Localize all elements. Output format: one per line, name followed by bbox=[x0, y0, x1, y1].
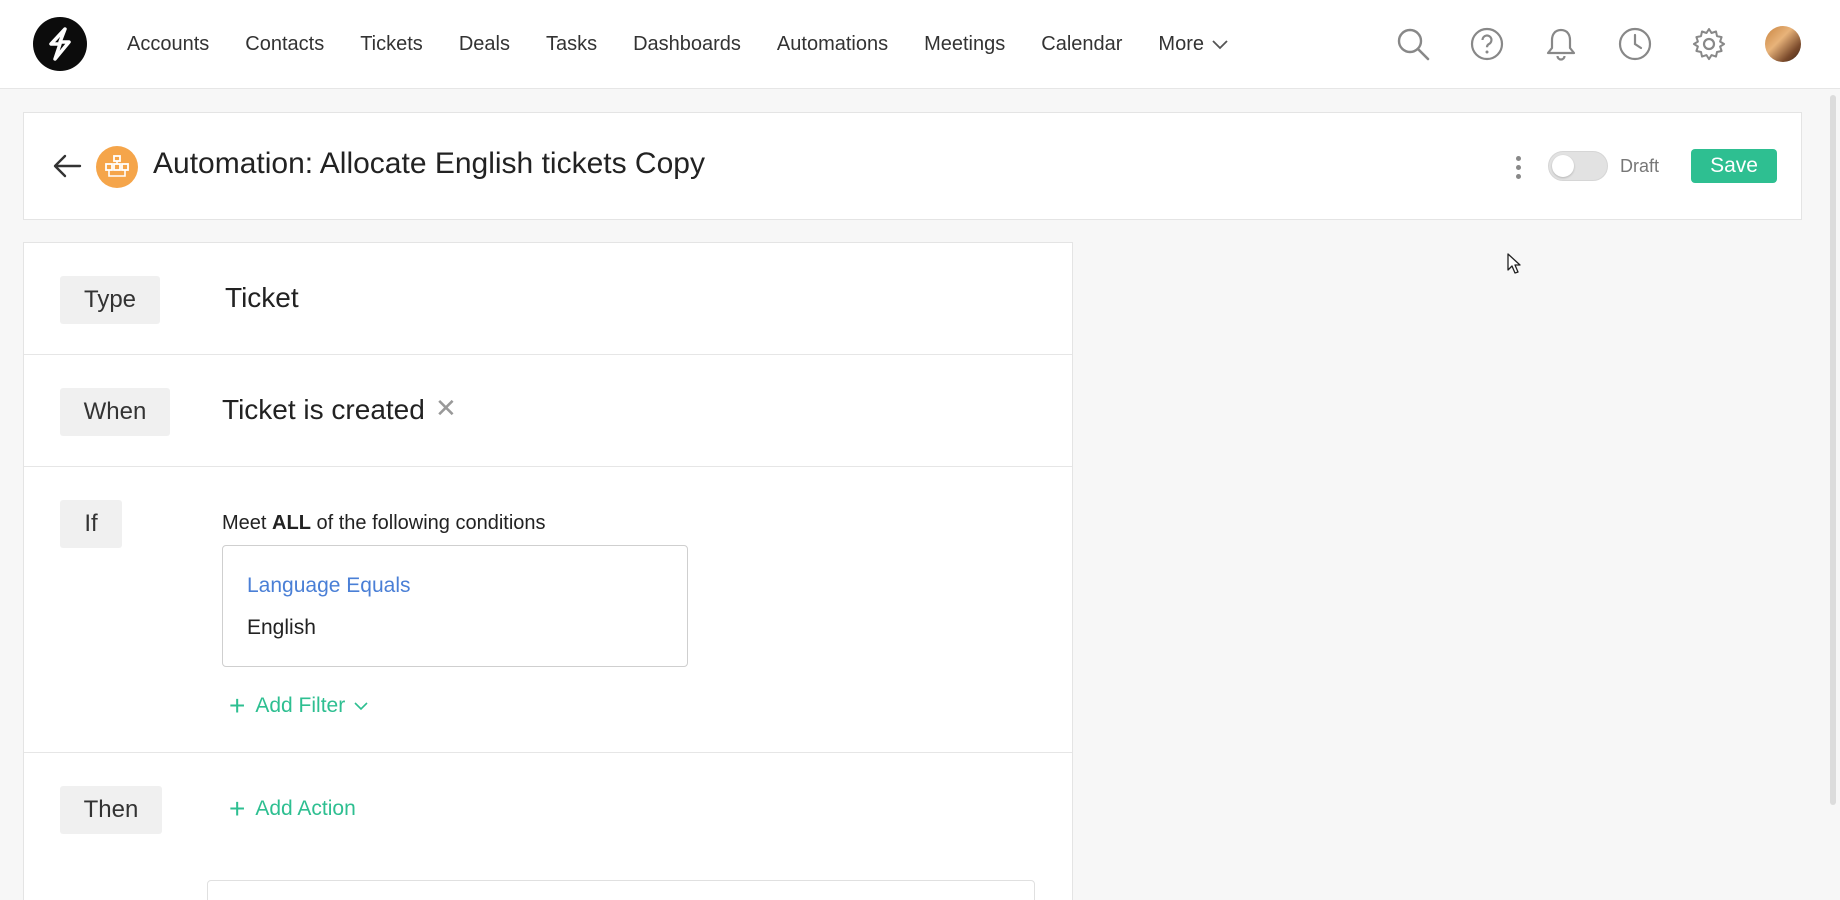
mouse-cursor-icon bbox=[1507, 253, 1521, 274]
nav-item-tickets[interactable]: Tickets bbox=[360, 33, 423, 56]
when-label: When bbox=[60, 388, 170, 436]
condition-field[interactable]: Language Equals bbox=[247, 574, 410, 598]
main-nav: Accounts Contacts Tickets Deals Tasks Da… bbox=[127, 0, 1264, 89]
nav-item-dashboards[interactable]: Dashboards bbox=[633, 33, 741, 56]
history-clock-icon[interactable] bbox=[1617, 26, 1653, 62]
when-section: When Ticket is created ✕ bbox=[24, 355, 1072, 467]
help-icon[interactable] bbox=[1469, 26, 1505, 62]
condition-match-mode[interactable]: ALL bbox=[272, 512, 311, 534]
condition-prefix: Meet bbox=[222, 512, 267, 534]
app-logo[interactable] bbox=[33, 17, 87, 71]
save-button[interactable]: Save bbox=[1691, 149, 1777, 183]
nav-item-meetings[interactable]: Meetings bbox=[924, 33, 1005, 56]
if-label: If bbox=[60, 500, 122, 548]
type-section: Type Ticket bbox=[24, 243, 1072, 355]
page-title: Automation: Allocate English tickets Cop… bbox=[153, 147, 705, 180]
then-label: Then bbox=[60, 786, 162, 834]
chevron-down-icon bbox=[1212, 39, 1228, 49]
remove-trigger-close-icon[interactable]: ✕ bbox=[435, 393, 457, 424]
plus-icon: + bbox=[229, 690, 246, 721]
automation-builder: Type Ticket When Ticket is created ✕ If … bbox=[23, 242, 1073, 900]
automation-icon bbox=[96, 146, 138, 188]
user-avatar[interactable] bbox=[1765, 26, 1801, 62]
trigger-value[interactable]: Ticket is created bbox=[222, 394, 425, 426]
nav-item-calendar[interactable]: Calendar bbox=[1041, 33, 1122, 56]
back-arrow-icon[interactable] bbox=[52, 153, 82, 179]
nav-item-automations[interactable]: Automations bbox=[777, 33, 888, 56]
settings-gear-icon[interactable] bbox=[1691, 26, 1727, 62]
more-options-icon[interactable] bbox=[1508, 152, 1528, 182]
nav-more-menu[interactable]: More bbox=[1158, 33, 1228, 56]
condition-card[interactable]: Language Equals English bbox=[222, 545, 688, 667]
nav-item-tasks[interactable]: Tasks bbox=[546, 33, 597, 56]
type-value[interactable]: Ticket bbox=[225, 282, 299, 314]
nav-more-label: More bbox=[1158, 33, 1204, 55]
nav-item-deals[interactable]: Deals bbox=[459, 33, 510, 56]
nav-item-contacts[interactable]: Contacts bbox=[245, 33, 324, 56]
if-section: If Meet ALL of the following conditions … bbox=[24, 467, 1072, 753]
top-navigation-bar: Accounts Contacts Tickets Deals Tasks Da… bbox=[0, 0, 1840, 89]
type-label: Type bbox=[60, 276, 160, 324]
add-filter-label: Add Filter bbox=[255, 694, 346, 717]
status-label: Draft bbox=[1620, 156, 1660, 176]
action-placeholder-card bbox=[207, 880, 1035, 900]
chevron-down-icon bbox=[354, 701, 368, 710]
add-action-label: Add Action bbox=[255, 797, 356, 820]
then-section: Then + Add Action bbox=[24, 753, 1072, 900]
toggle-knob bbox=[1552, 155, 1574, 177]
logo-bolt-icon bbox=[49, 27, 71, 61]
nav-item-accounts[interactable]: Accounts bbox=[127, 33, 209, 56]
condition-value: English bbox=[247, 616, 316, 639]
add-filter-button[interactable]: + Add Filter bbox=[229, 692, 368, 720]
notification-bell-icon[interactable] bbox=[1543, 26, 1579, 62]
add-action-button[interactable]: + Add Action bbox=[229, 795, 356, 823]
condition-suffix: of the following conditions bbox=[316, 512, 546, 534]
automation-header: Automation: Allocate English tickets Cop… bbox=[23, 112, 1802, 220]
plus-icon: + bbox=[229, 793, 246, 824]
search-icon[interactable] bbox=[1395, 26, 1431, 62]
condition-match-text: Meet ALL of the following conditions bbox=[222, 512, 546, 535]
page-scrollbar[interactable] bbox=[1830, 95, 1836, 805]
active-toggle[interactable] bbox=[1548, 151, 1608, 181]
